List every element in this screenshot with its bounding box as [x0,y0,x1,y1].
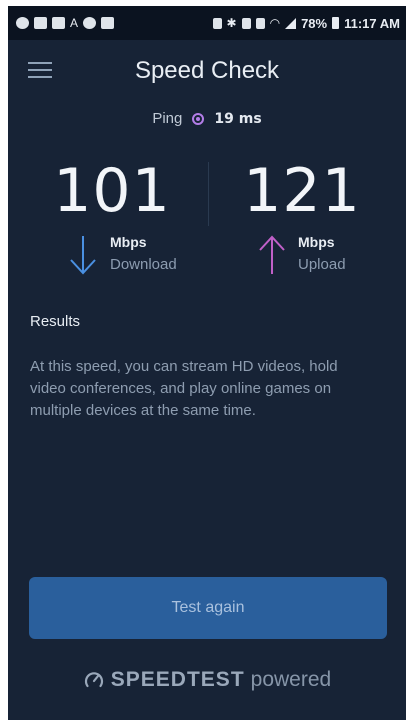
ping-row: Ping 19 ms [8,110,406,127]
media-icon [52,17,65,29]
system-icons: ✱ ◠ 78% 11:17 AM [212,15,400,31]
wifi-icon: ◠ [269,16,281,30]
app-header: Speed Check [8,40,406,100]
download-unit: Mbps [110,234,147,250]
mail-icon [101,17,115,29]
spotify-icon [83,17,97,29]
speedtest-brand: SPEEDTEST [110,668,245,691]
vibrate-icon [255,17,265,29]
download-label: Download [110,256,177,273]
font-icon: A [70,16,79,30]
upload-block: 121 Mbps Upload [212,156,392,286]
ping-value: 19 ms [214,110,262,127]
results-description: At this speed, you can stream HD videos,… [30,358,338,419]
status-bar: A ✱ ◠ 78% 11:17 AM [8,6,406,40]
download-speed: 101 [53,156,171,226]
upload-speed: 121 [243,156,361,226]
notification-icons: A [16,16,115,30]
ping-label: Ping [152,110,183,127]
download-arrow-icon [70,236,96,275]
upload-unit: Mbps [298,234,335,250]
speed-divider [208,162,209,226]
data-saver-icon [16,17,29,29]
signal-icon [285,17,297,29]
battery-icon [332,17,340,29]
app-screen: A ✱ ◠ 78% 11:17 AM Speed Check Ping 19 m… [8,6,406,720]
nfc-icon [241,17,251,29]
download-block: 101 Mbps Download [22,156,202,286]
bluetooth-icon: ✱ [226,16,237,30]
speedtest-footer: SPEEDTEST powered [8,668,406,692]
powered-label: powered [250,668,332,691]
test-again-button[interactable]: Test again [29,577,387,639]
speedometer-icon [84,672,103,688]
battery-percent: 78% [301,15,328,31]
lock-icon [212,17,222,29]
page-title: Speed Check [134,57,280,84]
calendar-icon [34,17,47,29]
ping-dot-icon [192,112,205,125]
upload-label: Upload [298,256,346,273]
clock: 11:17 AM [344,15,400,31]
upload-arrow-icon [259,235,285,274]
results-heading: Results [30,313,81,330]
